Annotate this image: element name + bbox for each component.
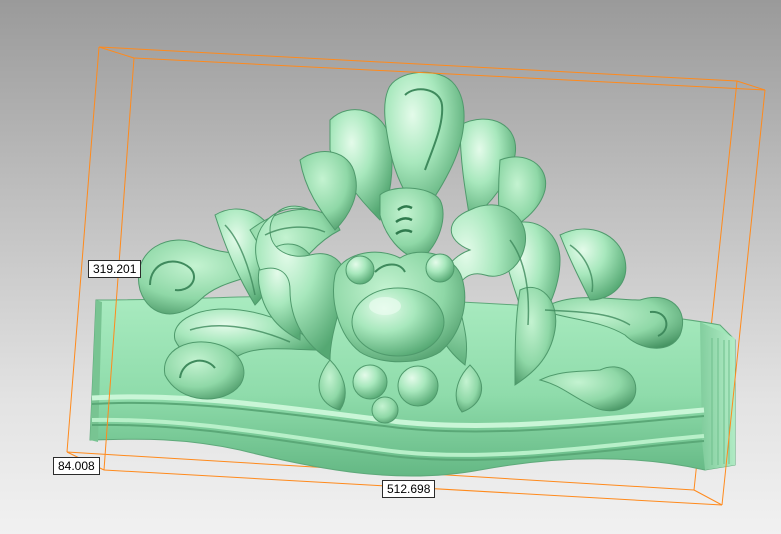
depth-dimension-label: 84.008 xyxy=(53,457,100,475)
width-dimension-label: 512.698 xyxy=(382,480,436,498)
model-ornament[interactable] xyxy=(137,71,684,424)
3d-viewport[interactable]: 319.201 84.008 512.698 xyxy=(0,0,781,534)
height-dimension-label: 319.201 xyxy=(88,260,142,278)
